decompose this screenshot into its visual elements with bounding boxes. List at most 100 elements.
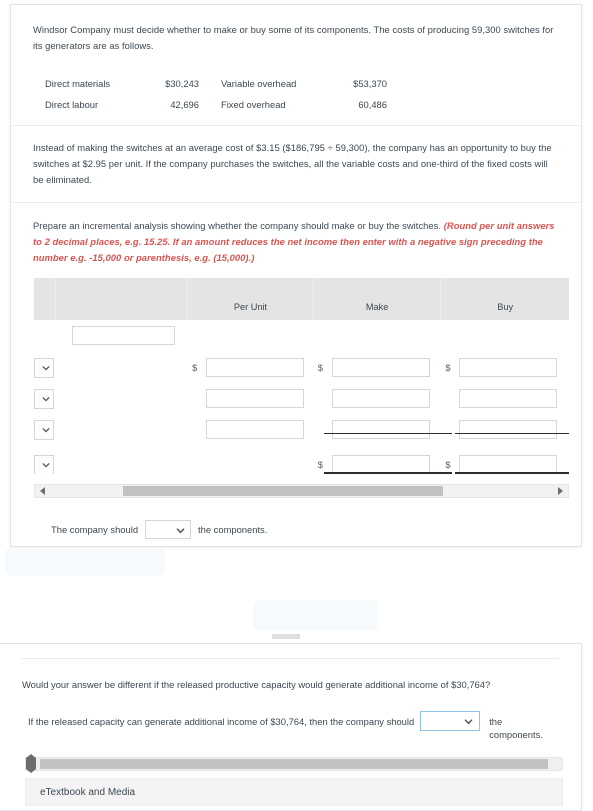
- row-spacer-cell: [441, 320, 569, 351]
- header-per-unit: Per Unit: [188, 278, 314, 320]
- scroll-left-arrow-icon[interactable]: [40, 487, 45, 495]
- followup-answer-prefix: If the released capacity can generate ad…: [28, 716, 415, 727]
- row-1-make-cell: $: [314, 352, 442, 383]
- header-buy: Buy: [497, 302, 514, 312]
- header-make: Make: [314, 278, 442, 320]
- cost-value-fixed-overhead: 60,486: [358, 99, 387, 110]
- instruction-lead: Prepare an incremental analysis showing …: [33, 220, 444, 231]
- row-select-cell: [34, 414, 56, 445]
- etextbook-and-media-button[interactable]: eTextbook and Media: [25, 778, 563, 806]
- question-card-secondary: Would your answer be different if the re…: [0, 643, 582, 811]
- alternative-text: Instead of making the switches at an ave…: [33, 142, 552, 185]
- cost-figures-table: Direct materials $30,243 Variable overhe…: [45, 73, 387, 115]
- cost-label-direct-materials: Direct materials: [45, 78, 111, 89]
- row-4-buy-cell: $: [441, 449, 569, 474]
- table-row: [34, 320, 569, 350]
- conclusion-prefix: The company should: [51, 524, 139, 535]
- row-4-account-select[interactable]: [34, 454, 54, 474]
- row-1-buy-input[interactable]: [459, 358, 558, 377]
- total-rule-buy: [455, 472, 569, 474]
- row-2-buy-cell: [441, 383, 569, 414]
- table-row: [34, 383, 569, 414]
- total-rule-make: [324, 472, 452, 474]
- cost-table-section: Direct materials $30,243 Variable overhe…: [11, 68, 581, 125]
- cost-label-fixed-overhead: Fixed overhead: [221, 99, 286, 110]
- row-4-make-cell: $: [314, 449, 442, 474]
- currency-symbol: $: [192, 362, 198, 373]
- scrollbar-thumb[interactable]: [40, 759, 548, 769]
- background-artifact: [272, 634, 300, 639]
- row-spacer-cell: [188, 320, 314, 351]
- row-1-make-input[interactable]: [331, 358, 430, 377]
- conclusion-suffix: the components.: [198, 524, 268, 535]
- row-1-account-select[interactable]: [34, 357, 54, 378]
- row-label-cell: [56, 352, 189, 383]
- row-select-cell: [34, 320, 56, 351]
- row-2-account-select-wrap[interactable]: [34, 388, 54, 409]
- header-name-col: [56, 278, 189, 320]
- row-3-per-unit-cell: [188, 414, 314, 445]
- table-row: Direct labour 42,696 Fixed overhead 60,4…: [45, 94, 387, 115]
- row-2-account-select[interactable]: [34, 388, 54, 409]
- table-row: $ $: [34, 449, 569, 474]
- currency-symbol: $: [317, 362, 323, 373]
- row-label-cell: [56, 414, 189, 445]
- cost-value-variable-overhead: $53,370: [353, 78, 387, 89]
- followup-horizontal-scrollbar[interactable]: [25, 754, 563, 773]
- problem-intro-text: Windsor Company must decide whether to m…: [33, 24, 554, 51]
- scroll-right-arrow-icon[interactable]: [31, 754, 36, 773]
- table-body: $ $ $ $ $: [34, 320, 569, 474]
- instruction-text: Prepare an incremental analysis showing …: [11, 203, 581, 274]
- row-2-make-cell: [314, 383, 442, 414]
- row-1-per-unit-input[interactable]: [206, 358, 305, 377]
- table-row: [34, 414, 569, 445]
- row-3-account-select-wrap[interactable]: [34, 419, 54, 440]
- scroll-right-arrow-icon[interactable]: [558, 487, 563, 495]
- row-2-per-unit-input[interactable]: [206, 389, 305, 408]
- row-select-cell: [34, 449, 56, 474]
- subtotal-rule-buy: [455, 433, 569, 434]
- table-row: Direct materials $30,243 Variable overhe…: [45, 73, 387, 94]
- background-artifact: [5, 548, 165, 576]
- row-label-cell: [56, 383, 189, 414]
- conclusion-select[interactable]: [145, 520, 192, 539]
- cost-label-variable-overhead: Variable overhead: [221, 78, 297, 89]
- analysis-title-input[interactable]: [71, 325, 175, 345]
- currency-symbol: $: [445, 362, 451, 373]
- header-select-col: [34, 278, 56, 320]
- conclusion-line: The company should the components.: [11, 498, 581, 539]
- followup-decision-select[interactable]: [420, 711, 481, 731]
- row-2-make-input[interactable]: [331, 389, 430, 408]
- question-card-primary: Windsor Company must decide whether to m…: [10, 4, 582, 547]
- row-3-make-input[interactable]: [331, 420, 430, 439]
- followup-answer-suffix: the components.: [489, 716, 543, 740]
- row-4-per-unit-cell: [188, 449, 314, 474]
- row-3-per-unit-input[interactable]: [206, 420, 305, 439]
- row-4-account-select-wrap[interactable]: [34, 454, 54, 474]
- cost-label-direct-labour: Direct labour: [45, 99, 99, 110]
- subtotal-rule-make: [324, 433, 452, 434]
- row-spacer-cell: [314, 320, 442, 351]
- row-2-per-unit-cell: [188, 383, 314, 414]
- assignment-page: Windsor Company must decide whether to m…: [0, 0, 593, 811]
- row-3-make-cell: [314, 414, 442, 445]
- row-1-per-unit-cell: $: [188, 352, 314, 383]
- row-2-buy-input[interactable]: [459, 389, 558, 408]
- table-header-row: Per Unit Make Buy: [34, 278, 569, 320]
- table-row: $ $ $: [34, 352, 569, 383]
- row-1-account-select-wrap[interactable]: [34, 357, 54, 378]
- row-label-cell: [56, 449, 189, 474]
- table-horizontal-scrollbar[interactable]: [34, 484, 569, 498]
- row-3-account-select[interactable]: [34, 419, 54, 440]
- row-select-cell: [34, 383, 56, 414]
- row-3-buy-input[interactable]: [459, 420, 558, 439]
- followup-select-wrap[interactable]: [420, 711, 481, 731]
- followup-answer-line: If the released capacity can generate ad…: [0, 693, 581, 741]
- incremental-analysis-table: Per Unit Make Buy $ $ $ $ $: [34, 278, 569, 474]
- conclusion-select-wrap[interactable]: [138, 520, 198, 539]
- background-artifact: [253, 600, 378, 630]
- scrollbar-thumb[interactable]: [123, 486, 443, 496]
- cost-value-direct-materials: $30,243: [165, 78, 199, 89]
- row-select-cell: [34, 352, 56, 383]
- followup-question-text: Would your answer be different if the re…: [22, 679, 491, 690]
